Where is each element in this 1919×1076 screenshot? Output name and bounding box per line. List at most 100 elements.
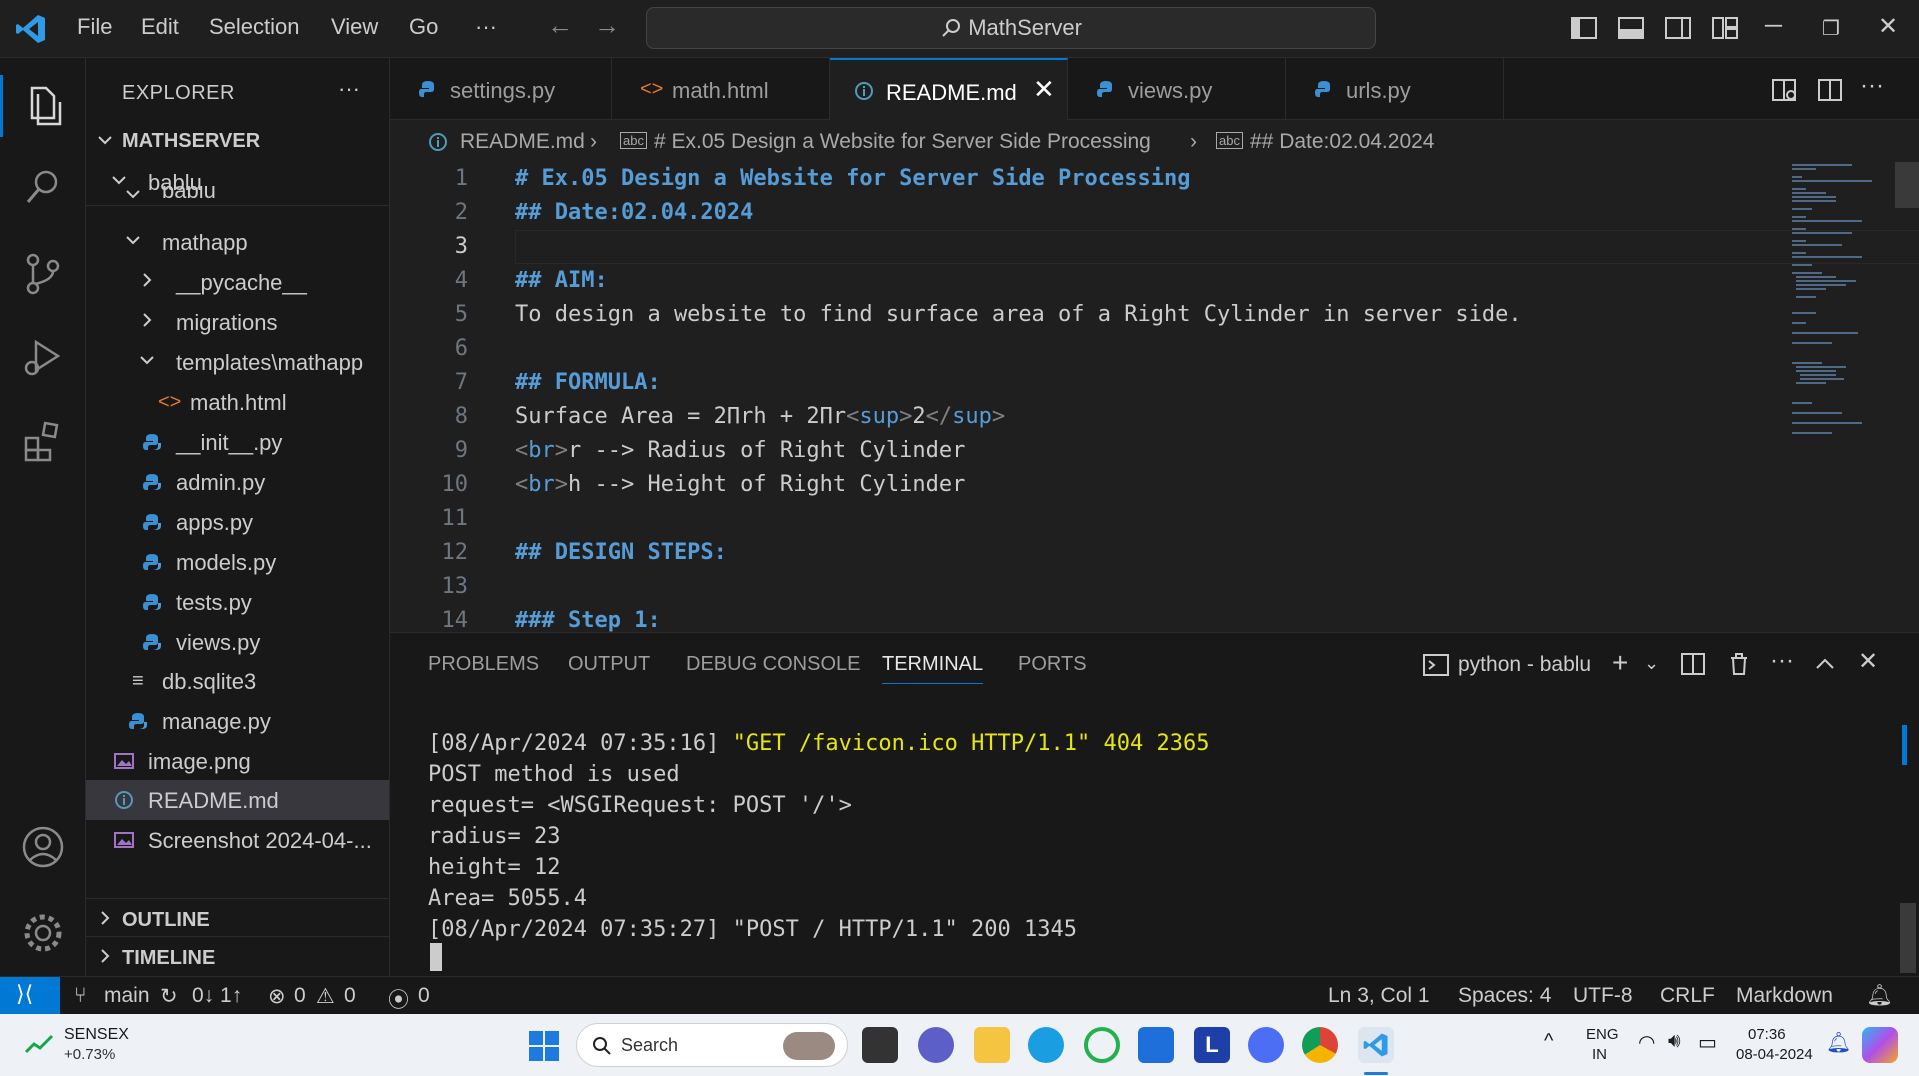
workspace-root[interactable]: MATHSERVER	[86, 124, 389, 160]
panel-tab-output[interactable]: OUTPUT	[568, 653, 650, 676]
code-editor[interactable]: 1 2 3 4 5 6 7 8 9 10 11 12 13 14 # Ex.05…	[390, 162, 1919, 632]
breadcrumb-heading-2[interactable]: ## Date:02.04.2024	[1250, 130, 1435, 154]
sync-status[interactable]: 0↓ 1↑	[192, 984, 242, 1008]
tab-math-html[interactable]: <> math.html	[612, 58, 830, 120]
terminal-name[interactable]: python - bablu	[1458, 653, 1591, 677]
warning-count[interactable]: 0	[344, 984, 356, 1008]
toggle-secondary-sidebar-icon[interactable]	[1664, 14, 1692, 42]
panel-tab-terminal[interactable]: TERMINAL	[882, 653, 984, 684]
chevron-up-icon[interactable]: ^	[1544, 1030, 1553, 1053]
tree-file-init-py[interactable]: __init__.py	[86, 424, 389, 460]
source-control-icon[interactable]	[18, 248, 68, 298]
tree-file-screenshot[interactable]: Screenshot 2024-04-...	[86, 822, 389, 858]
tree-file-manage-py[interactable]: manage.py	[86, 703, 389, 739]
minimize-button[interactable]: ─	[1765, 12, 1782, 40]
tab-views-py[interactable]: views.py	[1068, 58, 1286, 120]
language-top[interactable]: ENG	[1586, 1026, 1619, 1043]
app-a-icon[interactable]	[1248, 1027, 1284, 1063]
breadcrumb-heading-1[interactable]: # Ex.05 Design a Website for Server Side…	[654, 130, 1151, 154]
task-view-icon[interactable]	[862, 1027, 898, 1063]
back-arrow-icon[interactable]: ←	[547, 10, 573, 41]
forward-arrow-icon[interactable]: →	[594, 10, 620, 41]
taskbar-search[interactable]: Search	[576, 1023, 848, 1067]
branch-name[interactable]: main	[104, 984, 150, 1008]
close-window-button[interactable]: ✕	[1878, 12, 1898, 41]
tree-folder-migrations[interactable]: migrations	[86, 304, 389, 340]
tree-folder-pycache[interactable]: __pycache__	[86, 264, 389, 300]
volume-icon[interactable]: 🔊︎	[1668, 1030, 1681, 1053]
outline-section[interactable]: OUTLINE	[86, 898, 389, 936]
l-app-icon[interactable]: L	[1194, 1027, 1230, 1063]
breadcrumb-file[interactable]: README.md	[460, 130, 585, 154]
chrome-icon[interactable]	[1302, 1027, 1338, 1063]
menu-more[interactable]: ···	[475, 14, 497, 40]
menu-go[interactable]: Go	[409, 14, 438, 40]
toggle-primary-sidebar-icon[interactable]	[1570, 14, 1598, 42]
tree-file-tests-py[interactable]: tests.py	[86, 584, 389, 620]
clock-time[interactable]: 07:36	[1748, 1026, 1786, 1043]
vscode-logo-icon[interactable]	[14, 12, 48, 46]
menu-selection[interactable]: Selection	[209, 14, 300, 40]
battery-icon[interactable]: ▭	[1698, 1030, 1717, 1055]
split-terminal-icon[interactable]	[1680, 651, 1706, 677]
tree-folder-bablu-sticky[interactable]: bablu	[86, 186, 389, 206]
wifi-icon[interactable]: ◠	[1638, 1030, 1655, 1055]
tree-file-math-html[interactable]: <> math.html	[86, 384, 389, 420]
terminal-scrollbar-thumb[interactable]	[1900, 903, 1916, 973]
search-view-icon[interactable]	[18, 162, 68, 212]
panel-more-icon[interactable]: ···	[1770, 647, 1794, 675]
manage-gear-icon[interactable]	[18, 908, 68, 958]
tree-file-readme-md[interactable]: README.md	[86, 780, 389, 820]
teams-chat-icon[interactable]	[918, 1027, 954, 1063]
timeline-section[interactable]: TIMELINE	[86, 936, 389, 976]
editor-more-actions-icon[interactable]: ···	[1860, 72, 1884, 100]
language-mode[interactable]: Markdown	[1736, 984, 1833, 1008]
tree-file-apps-py[interactable]: apps.py	[86, 504, 389, 540]
cursor-position[interactable]: Ln 3, Col 1	[1328, 984, 1430, 1008]
tab-settings-py[interactable]: settings.py	[390, 58, 612, 120]
tree-folder-mathapp[interactable]: mathapp	[86, 224, 389, 260]
tab-readme-md[interactable]: README.md ✕	[830, 58, 1068, 120]
menu-file[interactable]: File	[77, 14, 112, 40]
menu-edit[interactable]: Edit	[141, 14, 179, 40]
ports-count[interactable]: 0	[418, 984, 430, 1008]
vscode-taskbar-icon[interactable]	[1358, 1027, 1394, 1063]
toggle-panel-icon[interactable]	[1617, 14, 1645, 42]
explorer-icon[interactable]	[18, 80, 68, 130]
windows-start-icon[interactable]	[528, 1030, 560, 1062]
copilot-icon[interactable]	[1862, 1027, 1898, 1063]
panel-tab-debug-console[interactable]: DEBUG CONSOLE	[686, 653, 860, 676]
bell-icon[interactable]: 🔔︎	[1866, 984, 1893, 1008]
new-terminal-icon[interactable]: +	[1612, 647, 1628, 679]
notification-bell-icon[interactable]: 🔔︎	[1826, 1030, 1851, 1055]
close-tab-icon[interactable]: ✕	[1033, 74, 1055, 105]
end-of-line[interactable]: CRLF	[1660, 984, 1715, 1008]
error-count[interactable]: 0	[294, 984, 306, 1008]
extensions-icon[interactable]	[18, 416, 68, 466]
tree-folder-templates[interactable]: templates\mathapp	[86, 344, 389, 380]
remote-indicator[interactable]: ⟩⟨	[0, 977, 60, 1015]
split-editor-icon[interactable]	[1816, 76, 1844, 104]
microsoft-store-icon[interactable]	[1138, 1027, 1174, 1063]
panel-tab-ports[interactable]: PORTS	[1018, 653, 1087, 676]
tree-file-views-py[interactable]: views.py	[86, 624, 389, 660]
tree-file-models-py[interactable]: models.py	[86, 544, 389, 580]
open-preview-icon[interactable]	[1770, 76, 1798, 104]
chevron-down-icon[interactable]: ⌄	[1644, 653, 1659, 674]
customize-layout-icon[interactable]	[1711, 14, 1739, 42]
editor-scrollbar-thumb[interactable]	[1895, 162, 1919, 208]
command-center-search[interactable]: MathServer	[646, 7, 1376, 49]
indentation[interactable]: Spaces: 4	[1458, 984, 1551, 1008]
minimap[interactable]	[1790, 162, 1900, 462]
edge-browser-icon[interactable]	[1028, 1027, 1064, 1063]
accounts-icon[interactable]	[18, 822, 68, 872]
stock-name[interactable]: SENSEX	[64, 1026, 129, 1044]
restore-button[interactable]: ❐	[1822, 16, 1840, 41]
encoding[interactable]: UTF-8	[1573, 984, 1633, 1008]
trash-icon[interactable]	[1726, 651, 1752, 677]
tab-urls-py[interactable]: urls.py	[1286, 58, 1504, 120]
tree-file-admin-py[interactable]: admin.py	[86, 464, 389, 500]
app-ring-icon[interactable]	[1084, 1027, 1120, 1063]
panel-tab-problems[interactable]: PROBLEMS	[428, 653, 539, 676]
close-panel-icon[interactable]: ✕	[1858, 647, 1878, 676]
